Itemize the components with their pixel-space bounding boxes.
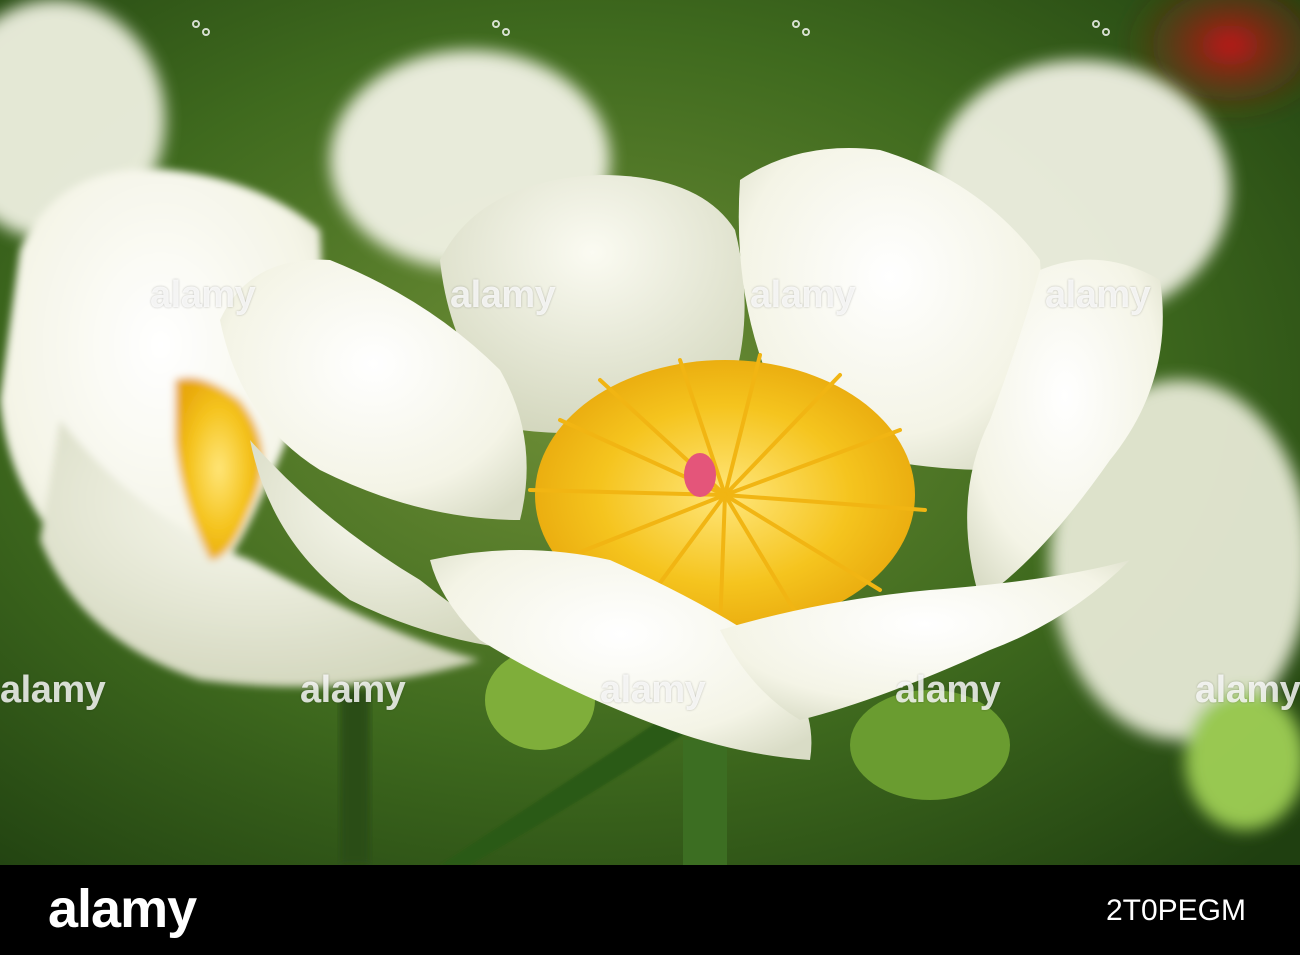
watermark-dots: [792, 20, 818, 46]
watermark-dots: [492, 20, 518, 46]
watermark-text: alamy: [0, 669, 106, 711]
watermark-text: alamy: [750, 274, 856, 316]
brand-logo: alamy: [48, 879, 197, 939]
watermark-text-row-1: alamy alamy alamy alamy: [0, 275, 1300, 315]
watermark-text: alamy: [300, 669, 406, 711]
watermark-dots: [192, 20, 218, 46]
watermark-text: alamy: [450, 274, 556, 316]
footer-bar: alamy 2T0PEGM: [0, 865, 1300, 955]
watermark-dots: [1092, 20, 1118, 46]
watermark-text: alamy: [895, 669, 1001, 711]
pistil: [684, 453, 716, 497]
watermark-text: alamy: [1045, 274, 1151, 316]
flower-photo: alamy alamy alamy alamy alamy alamy alam…: [0, 0, 1300, 865]
peony-illustration: [0, 0, 1300, 865]
watermark-text: alamy: [600, 669, 706, 711]
watermark-dots-row-1: [0, 20, 1300, 60]
watermark-text: alamy: [1195, 669, 1300, 711]
watermark-text: alamy: [150, 274, 256, 316]
watermark-text-row-2: alamy alamy alamy alamy alamy: [0, 670, 1300, 710]
image-id-label: 2T0PEGM: [1105, 894, 1246, 927]
